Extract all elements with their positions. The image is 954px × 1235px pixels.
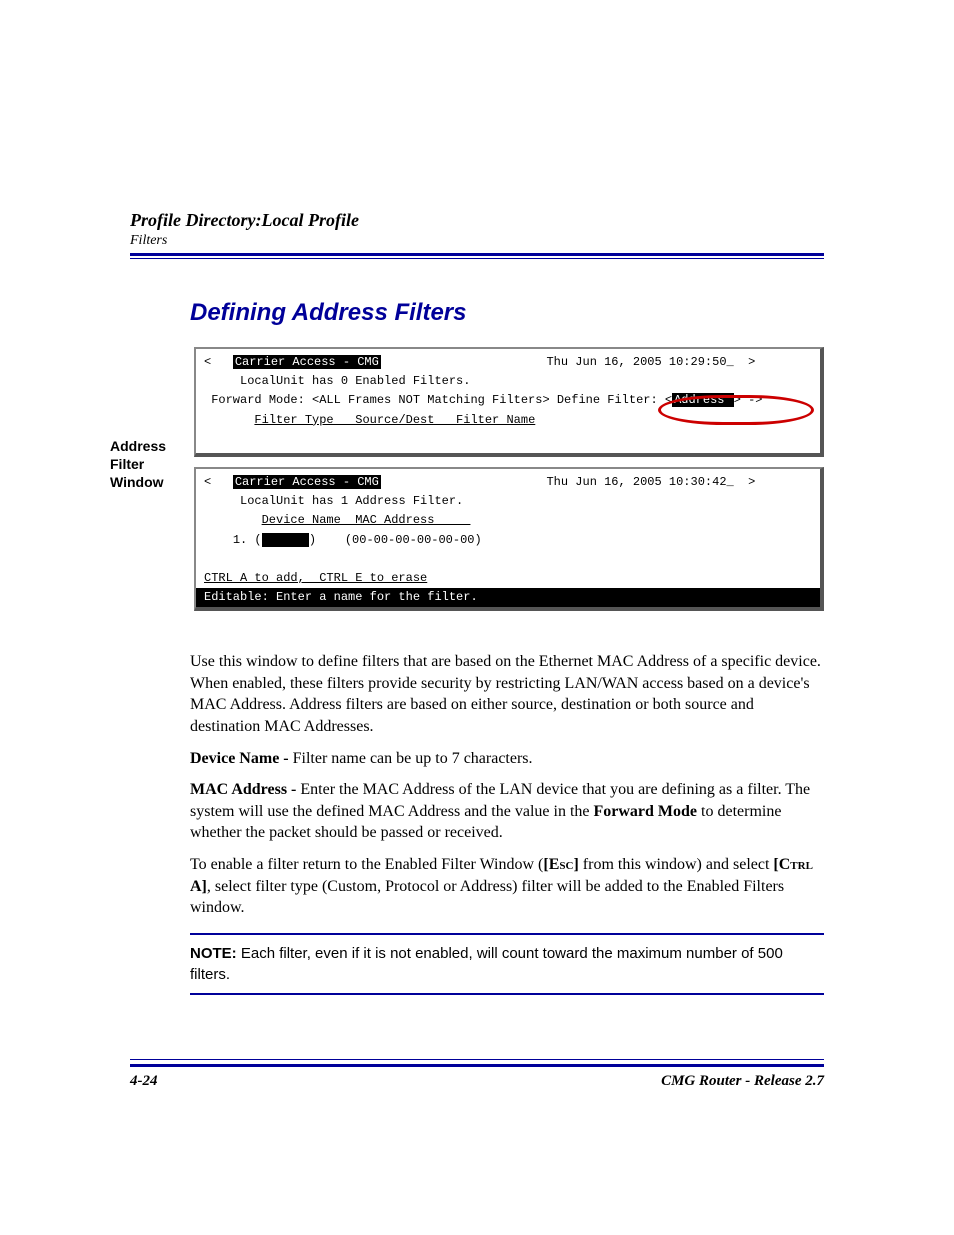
term2-status: LocalUnit has 1 Address Filter. xyxy=(204,492,812,511)
term1-filter-type-selected: Address xyxy=(672,393,734,407)
terminal-window-2: < Carrier Access - CMG Thu Jun 16, 2005 … xyxy=(194,467,824,611)
footer-rule-thick xyxy=(130,1064,824,1067)
paragraph-enable-filter: To enable a filter return to the Enabled… xyxy=(190,854,824,919)
body-text: Use this window to define filters that a… xyxy=(190,651,824,919)
screenshot-side-label: Address Filter Window xyxy=(110,347,190,492)
term2-help-keys: CTRL A to add, CTRL E to erase xyxy=(204,569,812,588)
paragraph-device-name: Device Name - Filter name can be up to 7… xyxy=(190,748,824,770)
term2-row-1: 1. ( ) (00-00-00-00-00-00) xyxy=(204,531,812,550)
esc-key: [Esc] xyxy=(543,856,578,873)
note-label: NOTE: xyxy=(190,945,241,962)
term1-status: LocalUnit has 0 Enabled Filters. xyxy=(204,372,812,391)
page-footer: 4-24 CMG Router - Release 2.7 xyxy=(130,1057,824,1090)
header-rule-thick xyxy=(130,253,824,256)
term2-help-status: Editable: Enter a name for the filter. xyxy=(196,588,820,607)
term1-timestamp: Thu Jun 16, 2005 10:29:50_ xyxy=(546,355,733,369)
paragraph-intro: Use this window to define filters that a… xyxy=(190,651,824,737)
note-text: Each filter, even if it is not enabled, … xyxy=(190,945,783,983)
paragraph-mac-address: MAC Address - Enter the MAC Address of t… xyxy=(190,779,824,844)
term1-title-line: < Carrier Access - CMG Thu Jun 16, 2005 … xyxy=(204,353,812,372)
header-rule-thin xyxy=(130,258,824,259)
note-box: NOTE: Each filter, even if it is not ena… xyxy=(190,933,824,995)
term1-columns: Filter Type Source/Dest Filter Name xyxy=(204,411,812,430)
product-release: CMG Router - Release 2.7 xyxy=(661,1073,824,1090)
header-subtitle: Filters xyxy=(130,233,824,249)
page-number: 4-24 xyxy=(130,1073,158,1090)
terminal-window-1: < Carrier Access - CMG Thu Jun 16, 2005 … xyxy=(194,347,824,457)
term1-forward-mode: Forward Mode: <ALL Frames NOT Matching F… xyxy=(204,391,812,410)
term2-device-name-field xyxy=(262,533,309,547)
term2-columns: Device Name MAC Address xyxy=(204,511,812,530)
term2-title-line: < Carrier Access - CMG Thu Jun 16, 2005 … xyxy=(204,473,812,492)
term2-title: Carrier Access - CMG xyxy=(233,475,381,489)
section-title: Defining Address Filters xyxy=(190,299,824,327)
term1-title: Carrier Access - CMG xyxy=(233,355,381,369)
term2-timestamp: Thu Jun 16, 2005 10:30:42_ xyxy=(546,475,733,489)
header-title: Profile Directory:Local Profile xyxy=(130,210,824,231)
footer-rule-thin xyxy=(130,1059,824,1060)
page-header: Profile Directory:Local Profile Filters xyxy=(130,210,824,259)
